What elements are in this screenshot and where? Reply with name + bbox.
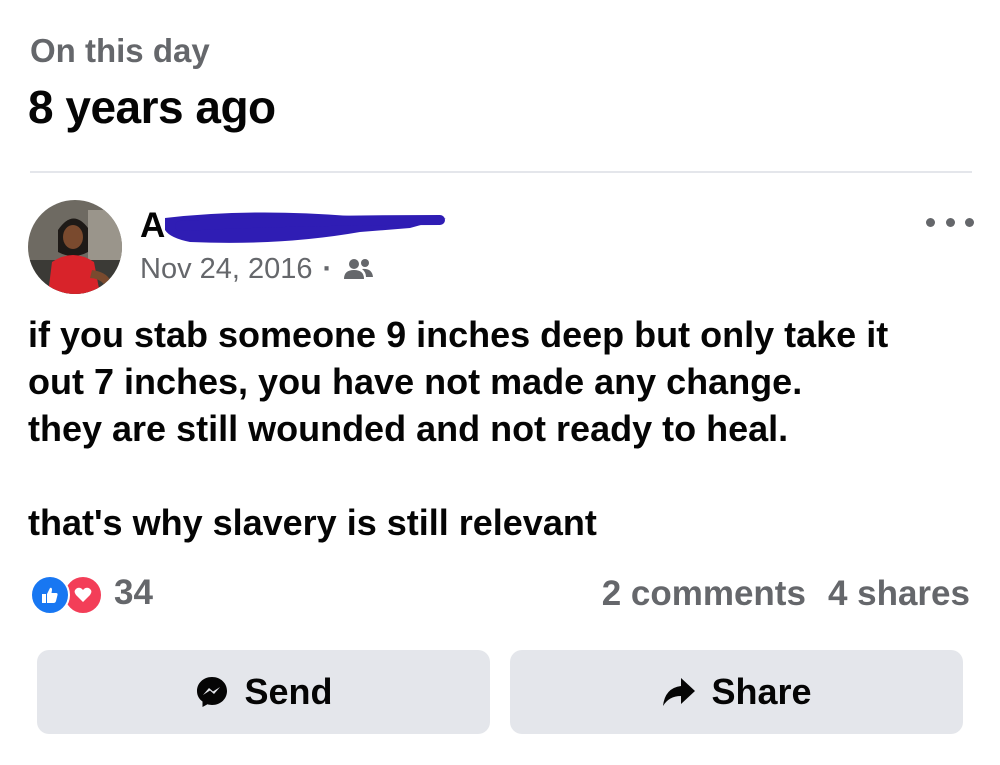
send-label: Send xyxy=(244,671,333,712)
messenger-icon xyxy=(194,674,230,710)
author[interactable]: A xyxy=(140,206,446,248)
reaction-count: 34 xyxy=(114,573,153,612)
meta-separator: · xyxy=(322,253,333,285)
post-line: out 7 inches, you have not made any chan… xyxy=(28,361,803,402)
post-line: that's why slavery is still relevant xyxy=(28,502,597,543)
more-dot-icon xyxy=(945,217,955,227)
more-dot-icon xyxy=(965,217,974,227)
more-options-button[interactable] xyxy=(926,210,974,234)
reaction-icons xyxy=(30,573,106,615)
share-button[interactable]: Share xyxy=(510,650,963,734)
like-icon xyxy=(30,575,70,615)
shares-count[interactable]: 4 shares xyxy=(828,574,970,614)
share-arrow-icon xyxy=(661,675,697,709)
post-line: they are still wounded and not ready to … xyxy=(28,408,789,449)
avatar[interactable] xyxy=(28,200,122,294)
redaction-scribble xyxy=(165,212,446,243)
friends-icon[interactable] xyxy=(342,257,374,283)
post-line: if you stab someone 9 inches deep but on… xyxy=(28,314,889,355)
post-text: if you stab someone 9 inches deep but on… xyxy=(28,311,978,546)
post-line-blank xyxy=(28,452,978,499)
post-date[interactable]: Nov 24, 2016 xyxy=(140,253,313,286)
engagement-counts: 2 comments 4 shares xyxy=(602,574,970,614)
memory-title: 8 years ago xyxy=(28,81,276,133)
post-meta: Nov 24, 2016 · xyxy=(140,253,374,286)
send-button[interactable]: Send xyxy=(37,650,490,734)
reactions-summary[interactable]: 34 xyxy=(30,573,153,615)
divider xyxy=(30,171,972,173)
more-dot-icon xyxy=(926,217,935,227)
memory-subtitle: On this day xyxy=(30,32,210,69)
share-label: Share xyxy=(711,671,812,712)
comments-count[interactable]: 2 comments xyxy=(602,574,806,614)
